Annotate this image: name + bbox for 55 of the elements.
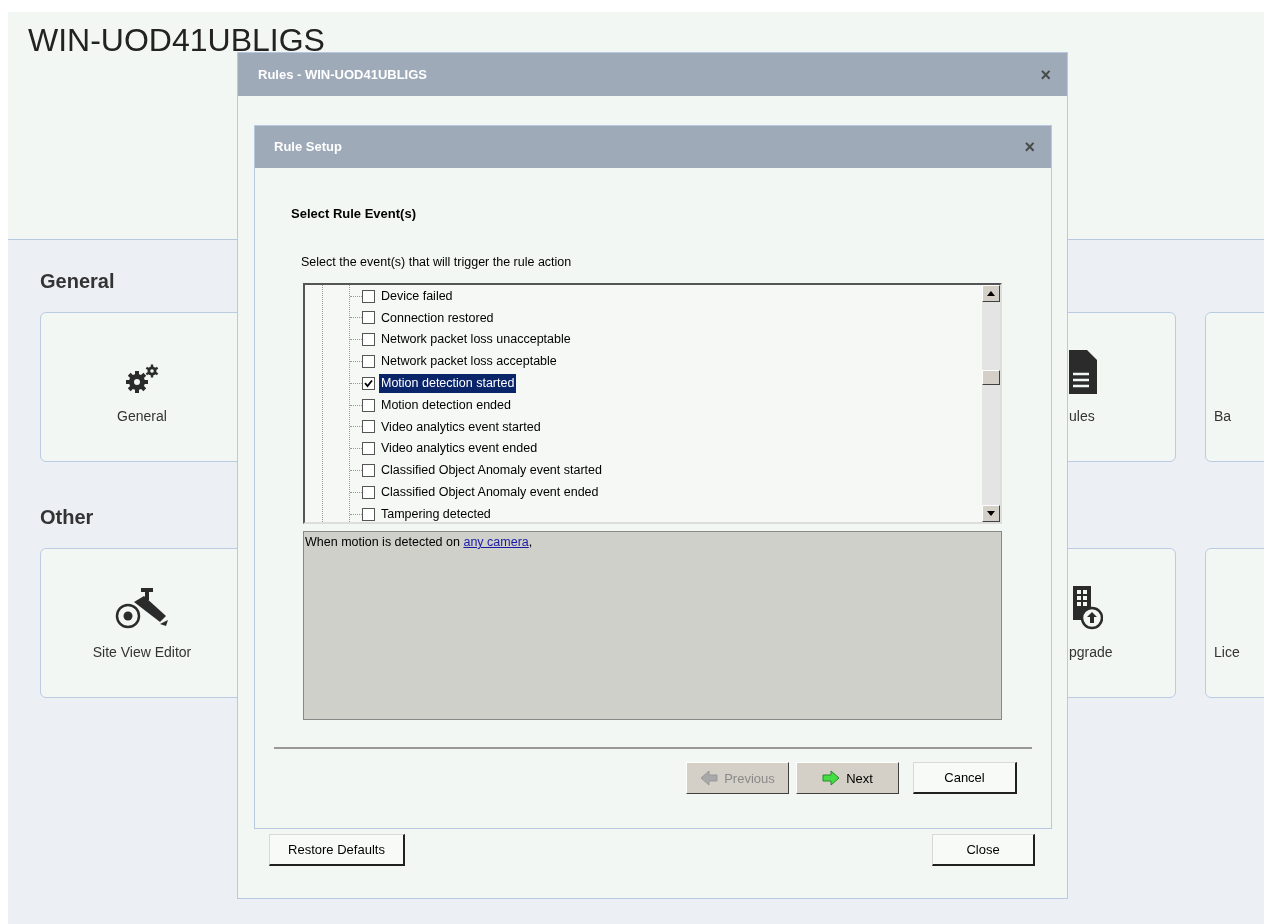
checkbox[interactable] xyxy=(362,355,375,369)
gears-icon xyxy=(124,363,160,394)
checkbox[interactable] xyxy=(362,333,375,347)
dialog-button[interactable]: Close xyxy=(932,834,1035,866)
checkbox[interactable] xyxy=(362,442,375,456)
event-item[interactable]: Network packet loss unacceptable xyxy=(379,330,573,350)
scrollbar[interactable] xyxy=(982,285,1000,523)
checkbox[interactable] xyxy=(362,420,375,434)
event-item[interactable]: Video analytics event ended xyxy=(379,439,540,459)
dialog-button[interactable]: Next xyxy=(796,762,899,795)
dialog-button[interactable]: Cancel xyxy=(913,762,1017,795)
checkbox[interactable] xyxy=(362,289,375,303)
instruction-text: Select the event(s) that will trigger the rule action xyxy=(301,253,573,271)
section-heading: Other xyxy=(40,505,94,530)
camera-icon xyxy=(114,585,170,630)
card-label: ules xyxy=(1069,406,1095,426)
checkbox[interactable] xyxy=(362,485,375,499)
event-item[interactable]: Motion detection started xyxy=(379,373,517,393)
card-label: Ba xyxy=(1214,406,1232,426)
event-item[interactable]: Connection restored xyxy=(379,308,496,328)
close-button[interactable]: × xyxy=(1024,138,1035,156)
arrow-right-icon xyxy=(822,770,841,787)
event-item[interactable]: Motion detection ended xyxy=(379,395,513,415)
checkbox[interactable] xyxy=(362,398,375,412)
close-button[interactable]: × xyxy=(1040,65,1051,84)
event-item[interactable]: Network packet loss acceptable xyxy=(379,352,559,371)
step-heading: Select Rule Event(s) xyxy=(291,205,417,223)
card-label: Lice xyxy=(1214,642,1240,662)
triangle-up-icon xyxy=(987,291,995,297)
card-label: General xyxy=(117,406,167,426)
checkbox[interactable] xyxy=(362,507,375,521)
event-item[interactable]: Classified Object Anomaly event ended xyxy=(379,482,601,502)
arrow-left-icon xyxy=(700,770,719,787)
event-item[interactable]: Tampering detected xyxy=(379,504,493,523)
scroll-up-button[interactable] xyxy=(982,285,1000,303)
checkbox[interactable] xyxy=(362,311,375,325)
scroll-thumb[interactable] xyxy=(982,370,1000,386)
event-item[interactable]: Classified Object Anomaly event started xyxy=(379,461,604,480)
dialog-title: Rules - WIN-UOD41UBLIGS xyxy=(258,65,427,84)
settings-card[interactable]: Lice xyxy=(1205,548,1264,698)
event-item[interactable]: Device failed xyxy=(379,286,455,306)
card-label: Site View Editor xyxy=(92,642,192,662)
section-heading: General xyxy=(40,269,115,294)
event-item[interactable]: Video analytics event started xyxy=(379,417,543,437)
checkbox[interactable] xyxy=(362,464,375,477)
dialog-button[interactable]: Restore Defaults xyxy=(269,834,405,866)
scroll-down-button[interactable] xyxy=(982,505,1000,523)
card-label: pgrade xyxy=(1069,642,1113,662)
page-title: WIN-UOD41UBLIGS xyxy=(28,21,326,60)
settings-card[interactable]: Ba xyxy=(1205,312,1264,462)
triangle-down-icon xyxy=(987,511,995,517)
any-camera-link[interactable]: any camera xyxy=(463,535,529,550)
dialog-title: Rule Setup xyxy=(274,138,342,157)
rule-description: When motion is detected on any camera, xyxy=(305,534,534,552)
checkbox[interactable] xyxy=(362,376,375,390)
